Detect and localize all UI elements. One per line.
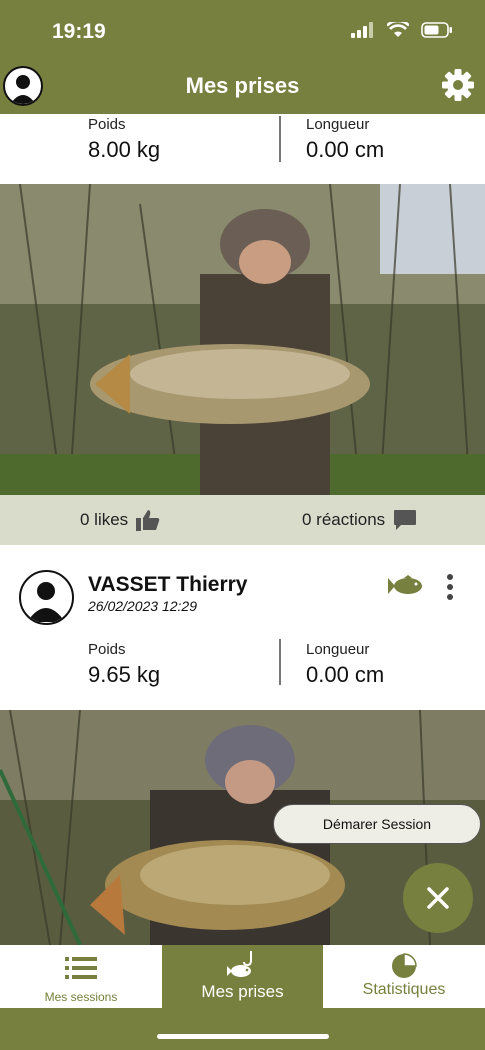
- weight-value: 8.00 kg: [88, 137, 161, 162]
- length-value: 0.00 cm: [306, 662, 385, 687]
- likes-bar-1: 0 likes 0 réactions: [0, 495, 485, 545]
- tab-label: Mes sessions: [44, 990, 118, 1004]
- reactions-count: 0 réactions: [302, 510, 386, 529]
- weight-stat: Poids 9.65 kg: [88, 641, 160, 688]
- battery-icon: [421, 22, 452, 38]
- home-indicator: [157, 1034, 329, 1039]
- weight-stat: Poids 8.00 kg: [88, 116, 160, 163]
- catch-stats-1: Poids 8.00 kg Longueur 0.00 cm: [0, 114, 485, 184]
- weight-label: Poids: [88, 641, 126, 658]
- fish-icon[interactable]: [388, 575, 424, 597]
- length-stat: Longueur 0.00 cm: [306, 641, 384, 688]
- likes-count: 0 likes: [80, 510, 129, 529]
- bottom-tab-bar: Mes sessions Mes prises Statistiques: [0, 945, 485, 1008]
- catch-stats-2: Poids 9.65 kg Longueur 0.00 cm: [0, 635, 485, 710]
- close-icon: [427, 887, 449, 909]
- tab-statistiques[interactable]: Statistiques: [323, 945, 485, 1008]
- user-avatar[interactable]: [19, 570, 74, 625]
- more-options-icon[interactable]: [446, 573, 454, 601]
- settings-button[interactable]: [441, 68, 475, 102]
- tab-label: Mes prises: [201, 982, 284, 1001]
- pie-chart-icon: [392, 953, 417, 978]
- like-button[interactable]: 0 likes: [80, 509, 160, 531]
- length-label: Longueur: [306, 116, 370, 133]
- length-stat: Longueur 0.00 cm: [306, 116, 384, 163]
- weight-value: 9.65 kg: [88, 662, 161, 687]
- tab-label: Statistiques: [362, 981, 446, 998]
- user-icon: [27, 582, 65, 622]
- user-name: VASSET Thierry: [88, 573, 248, 596]
- app-header: 19:19 Mes prises: [0, 0, 485, 114]
- catch-date: 26/02/2023 12:29: [88, 598, 197, 614]
- tab-mes-prises[interactable]: Mes prises: [162, 945, 323, 1008]
- length-value: 0.00 cm: [306, 137, 385, 162]
- tab-mes-sessions[interactable]: Mes sessions: [0, 945, 162, 1008]
- gear-icon: [442, 69, 474, 101]
- stats-divider: [279, 639, 281, 685]
- stats-divider: [279, 116, 281, 162]
- page-title: Mes prises: [185, 73, 300, 98]
- status-time: 19:19: [52, 20, 106, 43]
- status-icons: [351, 22, 453, 38]
- start-session-button[interactable]: Démarer Session: [273, 804, 481, 844]
- length-label: Longueur: [306, 641, 370, 658]
- catch-card-header-2: VASSET Thierry 26/02/2023 12:29: [0, 545, 485, 635]
- comment-icon: [394, 510, 417, 530]
- signal-icon: [351, 22, 373, 38]
- fish-hook-icon: [227, 951, 252, 977]
- list-icon: [65, 957, 97, 979]
- catch-photo-1[interactable]: [0, 184, 485, 495]
- reactions-button[interactable]: 0 réactions: [302, 509, 417, 531]
- wifi-icon: [387, 22, 409, 37]
- thumbs-up-icon: [136, 510, 160, 531]
- bottom-strip: [0, 1008, 485, 1050]
- weight-label: Poids: [88, 116, 126, 133]
- close-fab-button[interactable]: [403, 863, 473, 933]
